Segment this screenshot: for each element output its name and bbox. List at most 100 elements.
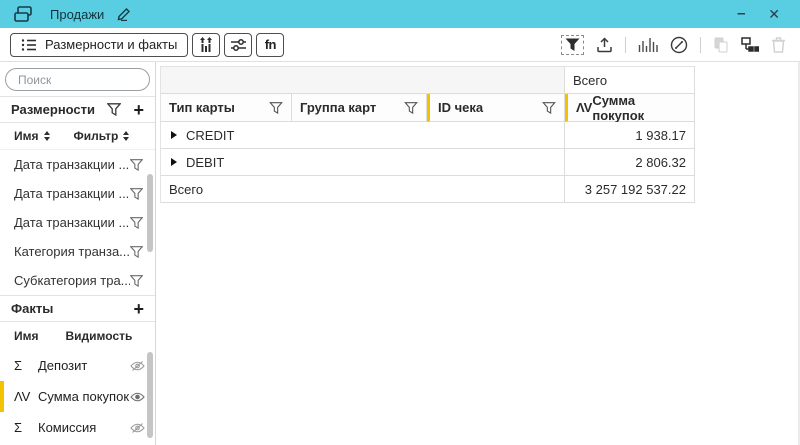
dimension-label: Дата транзакции ...: [14, 186, 130, 201]
filter-funnel-icon[interactable]: [130, 188, 143, 200]
row-value-cell[interactable]: 1 938.17: [565, 122, 695, 149]
fact-label: Депозит: [38, 358, 130, 373]
dimensions-list: Дата транзакции ... Дата транзакции ... …: [0, 150, 155, 295]
pivot-header-row: Тип карты Группа карт ID чека: [160, 94, 695, 122]
filter-funnel-icon[interactable]: [130, 275, 143, 287]
row-label-cell[interactable]: CREDIT: [160, 122, 565, 149]
total-row-label: Всего: [169, 182, 203, 197]
facts-title: Факты: [11, 301, 53, 316]
add-dimension-button[interactable]: +: [133, 101, 144, 119]
column-label: ID чека: [438, 100, 483, 115]
pivot-data-row[interactable]: DEBIT 2 806.32: [160, 149, 695, 176]
sliders-icon: [230, 38, 247, 52]
fact-item-selected[interactable]: ΛV Сумма покупок: [0, 381, 155, 412]
fact-col-name-label[interactable]: Имя: [14, 329, 39, 343]
list-icon: [21, 38, 37, 52]
column-filter-icon[interactable]: [542, 102, 556, 114]
pivot-total-row[interactable]: Всего 3 257 192 537.22: [160, 176, 695, 203]
dimensions-filter-icon[interactable]: [107, 103, 121, 116]
dimension-label: Категория транза...: [14, 244, 130, 259]
toolbar-right: [561, 35, 790, 55]
main-scrollbar-track[interactable]: [798, 62, 799, 445]
facts-list: Σ Депозит ΛV Сумма покупок: [0, 350, 155, 445]
expand-icon[interactable]: [171, 158, 177, 166]
toolbar-divider: [625, 37, 626, 53]
dimensions-title: Размерности: [11, 102, 95, 117]
add-fact-button[interactable]: +: [133, 300, 144, 318]
dimension-label: Дата транзакции ...: [14, 157, 130, 172]
minimize-button[interactable]: –: [734, 6, 748, 22]
expand-icon[interactable]: [171, 131, 177, 139]
total-row-label-cell: Всего: [160, 176, 565, 203]
copy-icon: [713, 37, 729, 53]
toolbar-divider: [700, 37, 701, 53]
dimension-item[interactable]: Дата транзакции ...: [0, 179, 155, 208]
dimensions-facts-label: Размерности и факты: [45, 37, 177, 52]
fact-label: Комиссия: [38, 420, 130, 435]
sort-name-icon[interactable]: [44, 131, 50, 141]
dimensions-section-header: Размерности +: [0, 96, 155, 123]
dimension-item[interactable]: Дата транзакции ...: [0, 150, 155, 179]
average-icon: ΛV: [576, 100, 591, 115]
fn-icon: fn: [265, 37, 276, 52]
sidebar: Размерности + Имя Фильтр Дата транзакции…: [0, 62, 156, 445]
filter-funnel-icon[interactable]: [130, 159, 143, 171]
pivot-area: Всего Тип карты Группа карт ID чека: [156, 62, 799, 445]
column-label: Группа карт: [300, 100, 376, 115]
app-window-icon: [14, 6, 33, 23]
dimension-item[interactable]: Дата транзакции ...: [0, 208, 155, 237]
column-filter-icon[interactable]: [404, 102, 418, 114]
dim-col-name-label[interactable]: Имя: [14, 129, 39, 143]
function-button[interactable]: fn: [256, 33, 284, 57]
eye-off-icon[interactable]: [130, 422, 145, 434]
filter-funnel-icon[interactable]: [130, 246, 143, 258]
chart-icon[interactable]: [638, 37, 658, 52]
sum-icon: Σ: [14, 358, 38, 373]
toolbar: Размерности и факты fn: [0, 28, 800, 62]
eye-off-icon[interactable]: [130, 360, 145, 372]
app-window: { "window": { "title": "Продажи", "minim…: [0, 0, 800, 444]
column-header-receipt-id[interactable]: ID чека: [427, 94, 565, 122]
content: Размерности + Имя Фильтр Дата транзакции…: [0, 62, 800, 445]
sort-filter-icon[interactable]: [123, 131, 129, 141]
dimensions-facts-button[interactable]: Размерности и факты: [10, 33, 188, 57]
fact-item[interactable]: Σ Комиссия: [0, 412, 155, 443]
row-value-cell[interactable]: 2 806.32: [565, 149, 695, 176]
hierarchy-icon[interactable]: [741, 37, 759, 53]
fact-col-visibility-label[interactable]: Видимость: [66, 329, 133, 343]
filter-button[interactable]: [561, 35, 584, 55]
search-input[interactable]: [5, 68, 150, 91]
gauge-icon[interactable]: [670, 36, 688, 54]
titlebar: Продажи – ✕: [0, 0, 800, 28]
dimensions-scrollbar[interactable]: [147, 174, 153, 252]
total-column-header[interactable]: Всего: [565, 66, 695, 94]
column-header-card-group[interactable]: Группа карт: [292, 94, 427, 122]
eye-icon[interactable]: [130, 391, 145, 403]
settings-button[interactable]: [224, 33, 252, 57]
dimension-label: Дата транзакции ...: [14, 215, 130, 230]
average-icon: ΛV: [14, 389, 38, 404]
close-button[interactable]: ✕: [768, 7, 780, 21]
edit-title-icon[interactable]: [115, 7, 131, 21]
export-icon[interactable]: [596, 37, 613, 53]
move-dimensions-button[interactable]: [192, 33, 220, 57]
column-label: Сумма покупок: [592, 93, 686, 123]
facts-section-header: Факты +: [0, 295, 155, 322]
dim-col-filter-label[interactable]: Фильтр: [74, 129, 119, 143]
pivot-top-row: Всего: [160, 66, 695, 94]
row-label-cell[interactable]: DEBIT: [160, 149, 565, 176]
column-filter-icon[interactable]: [269, 102, 283, 114]
window-controls: – ✕: [734, 6, 790, 22]
fact-item[interactable]: Σ Депозит: [0, 350, 155, 381]
filter-funnel-icon[interactable]: [130, 217, 143, 229]
window-title: Продажи: [50, 7, 104, 22]
column-header-purchase-sum[interactable]: ΛV Сумма покупок: [565, 94, 695, 122]
pivot-data-row[interactable]: CREDIT 1 938.17: [160, 122, 695, 149]
dimensions-columns-header: Имя Фильтр: [0, 123, 155, 150]
dimension-item[interactable]: Категория транза...: [0, 237, 155, 266]
column-header-card-type[interactable]: Тип карты: [160, 94, 292, 122]
trash-icon: [771, 37, 786, 53]
dimension-item[interactable]: Субкатегория тра...: [0, 266, 155, 295]
total-row-value-cell[interactable]: 3 257 192 537.22: [565, 176, 695, 203]
facts-scrollbar[interactable]: [147, 352, 153, 438]
